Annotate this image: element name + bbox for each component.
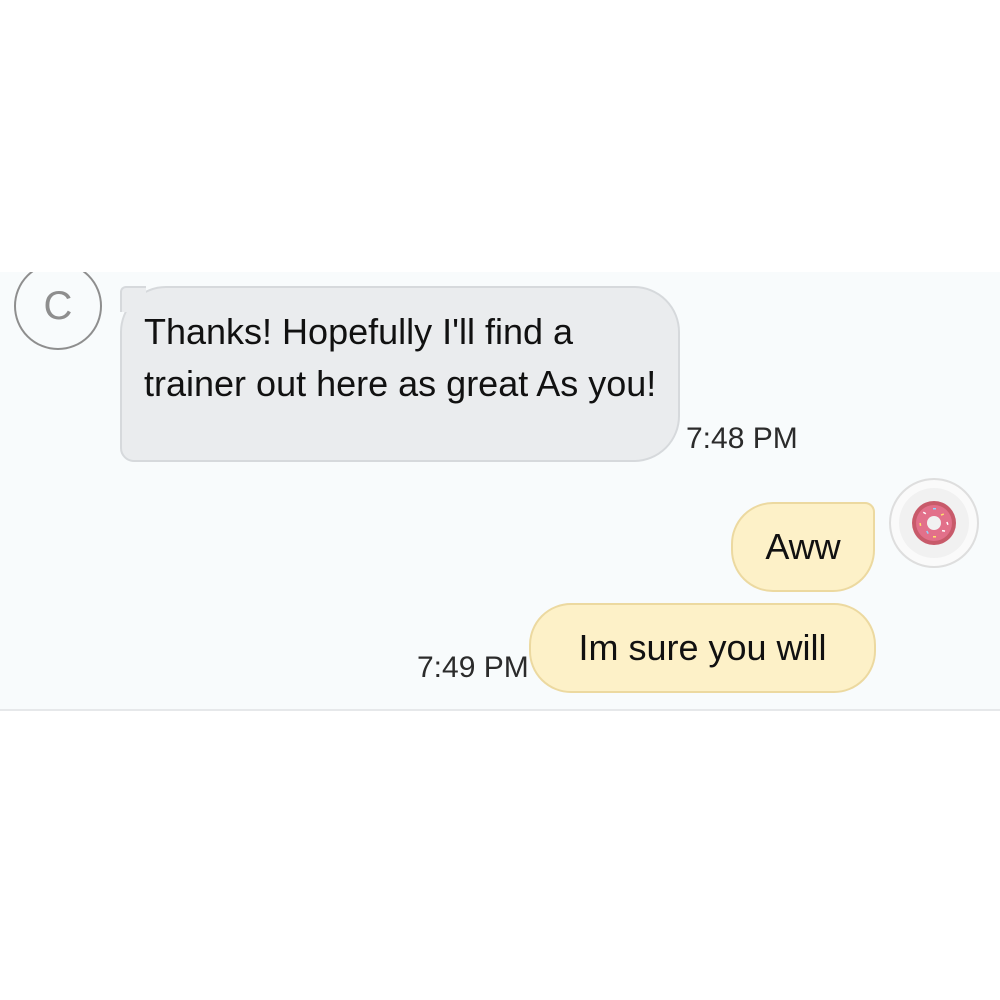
outgoing-message-bubble[interactable]: Im sure you will — [529, 603, 876, 693]
incoming-message-bubble[interactable]: Thanks! Hopefully I'll find a trainer ou… — [120, 286, 680, 462]
message-timestamp: 7:49 PM — [417, 651, 529, 684]
contact-initial: C — [43, 283, 73, 328]
self-avatar[interactable] — [889, 478, 979, 568]
outgoing-message-bubble[interactable]: Aww — [731, 502, 875, 592]
message-text: Im sure you will — [578, 627, 827, 668]
message-text: Thanks! Hopefully I'll find a trainer ou… — [144, 311, 657, 404]
chat-screen: C Thanks! Hopefully I'll find a trainer … — [0, 0, 1000, 1000]
message-text: Aww — [765, 526, 841, 567]
message-timestamp: 7:48 PM — [686, 422, 798, 455]
contact-avatar[interactable]: C — [14, 272, 102, 350]
donut-icon — [912, 501, 956, 545]
divider — [0, 709, 1000, 711]
